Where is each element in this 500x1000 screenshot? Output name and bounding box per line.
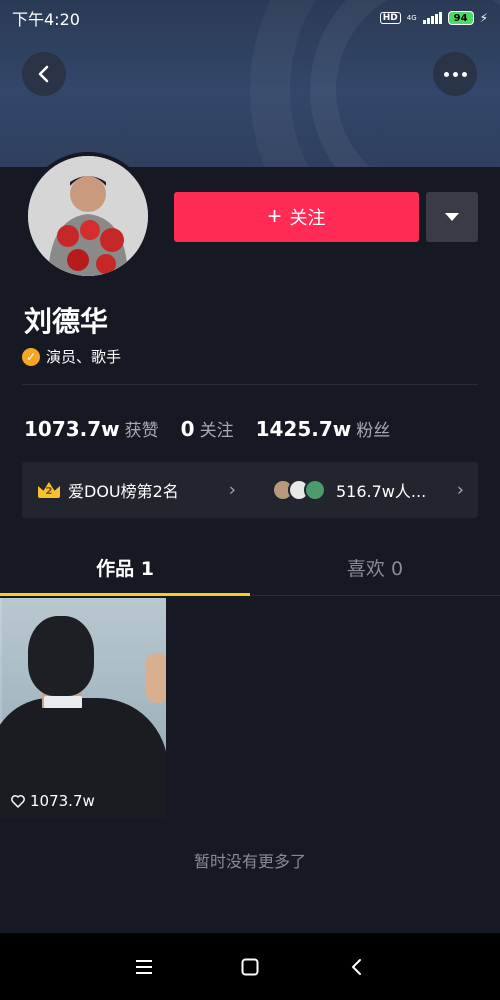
stat-following[interactable]: 0 关注: [181, 416, 234, 441]
menu-icon: [136, 959, 152, 974]
plus-icon: +: [267, 203, 282, 230]
stat-value: 1425.7w: [255, 417, 352, 441]
thumbnail-head: [28, 616, 94, 696]
stat-label: 粉丝: [356, 421, 391, 441]
system-nav-bar: [0, 933, 500, 1000]
video-likes-count: 1073.7w: [30, 792, 95, 810]
menu-button[interactable]: [132, 955, 156, 979]
back-arrow-icon: [38, 65, 49, 83]
stat-followers[interactable]: 1425.7w 粉丝: [256, 416, 391, 441]
watchers-text: 516.7w人...: [336, 482, 427, 501]
thumbnail-collar: [44, 696, 82, 708]
profile-stats: 1073.7w 获赞 0 关注 1425.7w 粉丝: [24, 416, 390, 441]
profile-name: 刘德华: [24, 305, 109, 338]
avatar[interactable]: [24, 152, 152, 280]
rank-text: 爱DOU榜第2名: [68, 482, 179, 501]
network-type: 4G: [406, 14, 417, 22]
system-back-button[interactable]: [344, 955, 368, 979]
back-nav-icon: [352, 958, 361, 975]
avatar-image: [28, 156, 148, 276]
signal-icon: [422, 12, 442, 24]
home-square-icon: [241, 958, 259, 975]
video-thumbnail[interactable]: 1073.7w: [0, 598, 166, 818]
watcher-avatar: [304, 479, 326, 501]
follow-button[interactable]: + 关注: [174, 192, 419, 242]
rank-card: 2 爱DOU榜第2名 › 516.7w人... ›: [22, 462, 478, 518]
follow-label: 关注: [289, 208, 326, 228]
status-bar: 下午4:20 HD 4G 94 ⚡: [0, 0, 500, 36]
no-more-text: 暂时没有更多了: [193, 852, 306, 871]
status-indicators: HD 4G 94 ⚡: [379, 11, 488, 25]
stat-value: 0: [180, 417, 195, 441]
thumbnail-hand: [146, 653, 166, 703]
content-tabs: 作品 1 喜欢 0: [0, 540, 500, 596]
recommend-dropdown-button[interactable]: [426, 192, 478, 242]
tab-works[interactable]: 作品 1: [0, 540, 250, 596]
heart-icon: [11, 795, 25, 808]
video-likes: 1073.7w: [10, 792, 95, 810]
charging-icon: ⚡: [479, 11, 488, 25]
status-time: 下午4:20: [12, 10, 80, 29]
chevron-right-icon: ›: [456, 479, 464, 501]
divider: [22, 384, 478, 385]
stat-value: 1073.7w: [24, 417, 120, 441]
watchers-link[interactable]: 516.7w人... ›: [250, 462, 478, 518]
verification-line: ✓ 演员、歌手: [22, 346, 121, 367]
more-icon: [443, 71, 467, 77]
chevron-right-icon: ›: [228, 479, 236, 501]
dou-rank-link[interactable]: 2 爱DOU榜第2名 ›: [22, 462, 250, 518]
hd-badge: HD: [379, 12, 401, 24]
more-button[interactable]: [433, 52, 477, 96]
stat-label: 关注: [199, 421, 234, 441]
crown-icon: 2: [38, 482, 60, 498]
watcher-avatars: [272, 479, 326, 501]
dropdown-arrow-icon: [445, 213, 459, 221]
battery-icon: 94: [447, 11, 474, 25]
verification-text: 演员、歌手: [46, 348, 122, 366]
back-button[interactable]: [22, 52, 66, 96]
verified-icon: ✓: [22, 347, 40, 366]
stat-likes[interactable]: 1073.7w 获赞: [24, 416, 159, 441]
home-button[interactable]: [238, 955, 262, 979]
tab-likes[interactable]: 喜欢 0: [250, 540, 500, 595]
stat-label: 获赞: [124, 421, 159, 441]
